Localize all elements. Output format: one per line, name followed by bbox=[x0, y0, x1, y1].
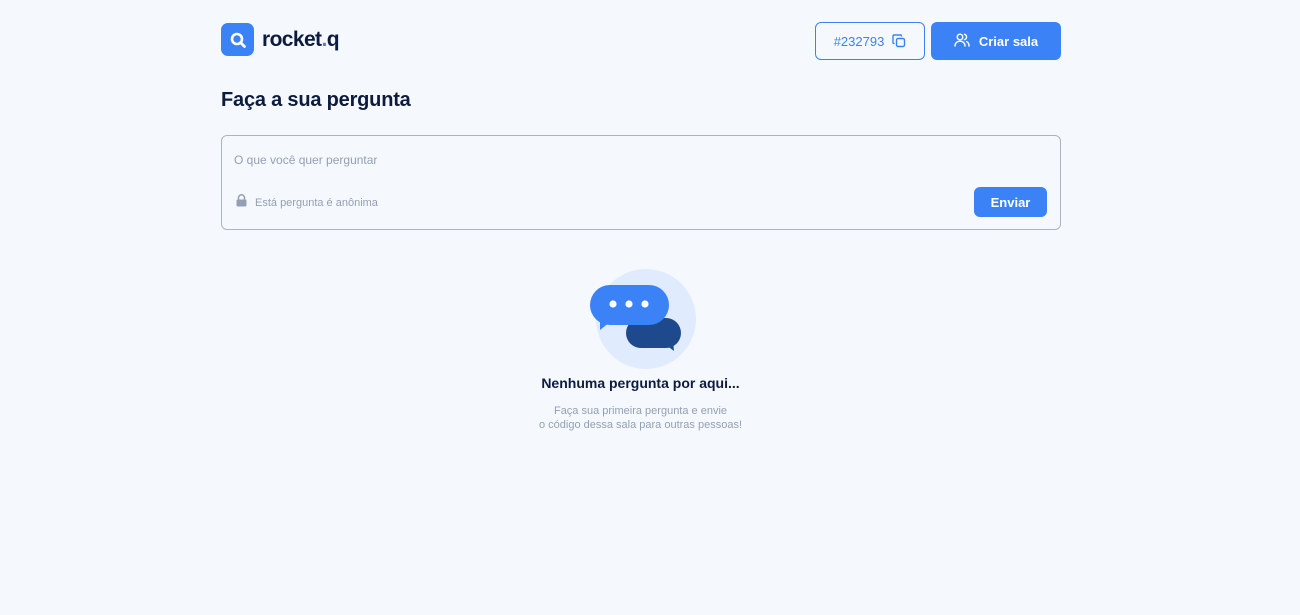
lock-icon bbox=[236, 194, 247, 212]
create-room-label: Criar sala bbox=[978, 33, 1039, 49]
empty-state-title: Nenhuma pergunta por aqui... bbox=[541, 375, 740, 391]
empty-state-description: Faça sua primeira pergunta e envie bbox=[553, 405, 728, 417]
empty-state-description: o código dessa sala para outras pessoas! bbox=[538, 419, 743, 431]
question-input[interactable] bbox=[234, 150, 934, 170]
search-logo-icon bbox=[221, 23, 254, 56]
chat-bubbles-icon bbox=[588, 268, 698, 375]
room-code-text: #232793 bbox=[833, 33, 885, 49]
page: rocket.q #232793 Criar sala Faça a sua p… bbox=[0, 0, 1300, 615]
copy-icon bbox=[892, 34, 906, 48]
logo[interactable]: rocket.q bbox=[221, 23, 340, 56]
users-icon bbox=[954, 33, 970, 50]
question-form: Está pergunta é anônima Enviar bbox=[221, 135, 1061, 230]
page-title: Faça a sua pergunta bbox=[221, 89, 411, 111]
create-room-button[interactable]: Criar sala bbox=[931, 22, 1061, 60]
anonymous-note: Está pergunta é anônima bbox=[236, 194, 378, 212]
logo-text: rocket.q bbox=[262, 27, 340, 51]
room-code-button[interactable]: #232793 bbox=[815, 22, 925, 60]
anonymous-note-text: Está pergunta é anônima bbox=[255, 197, 378, 209]
send-button[interactable]: Enviar bbox=[974, 187, 1047, 217]
